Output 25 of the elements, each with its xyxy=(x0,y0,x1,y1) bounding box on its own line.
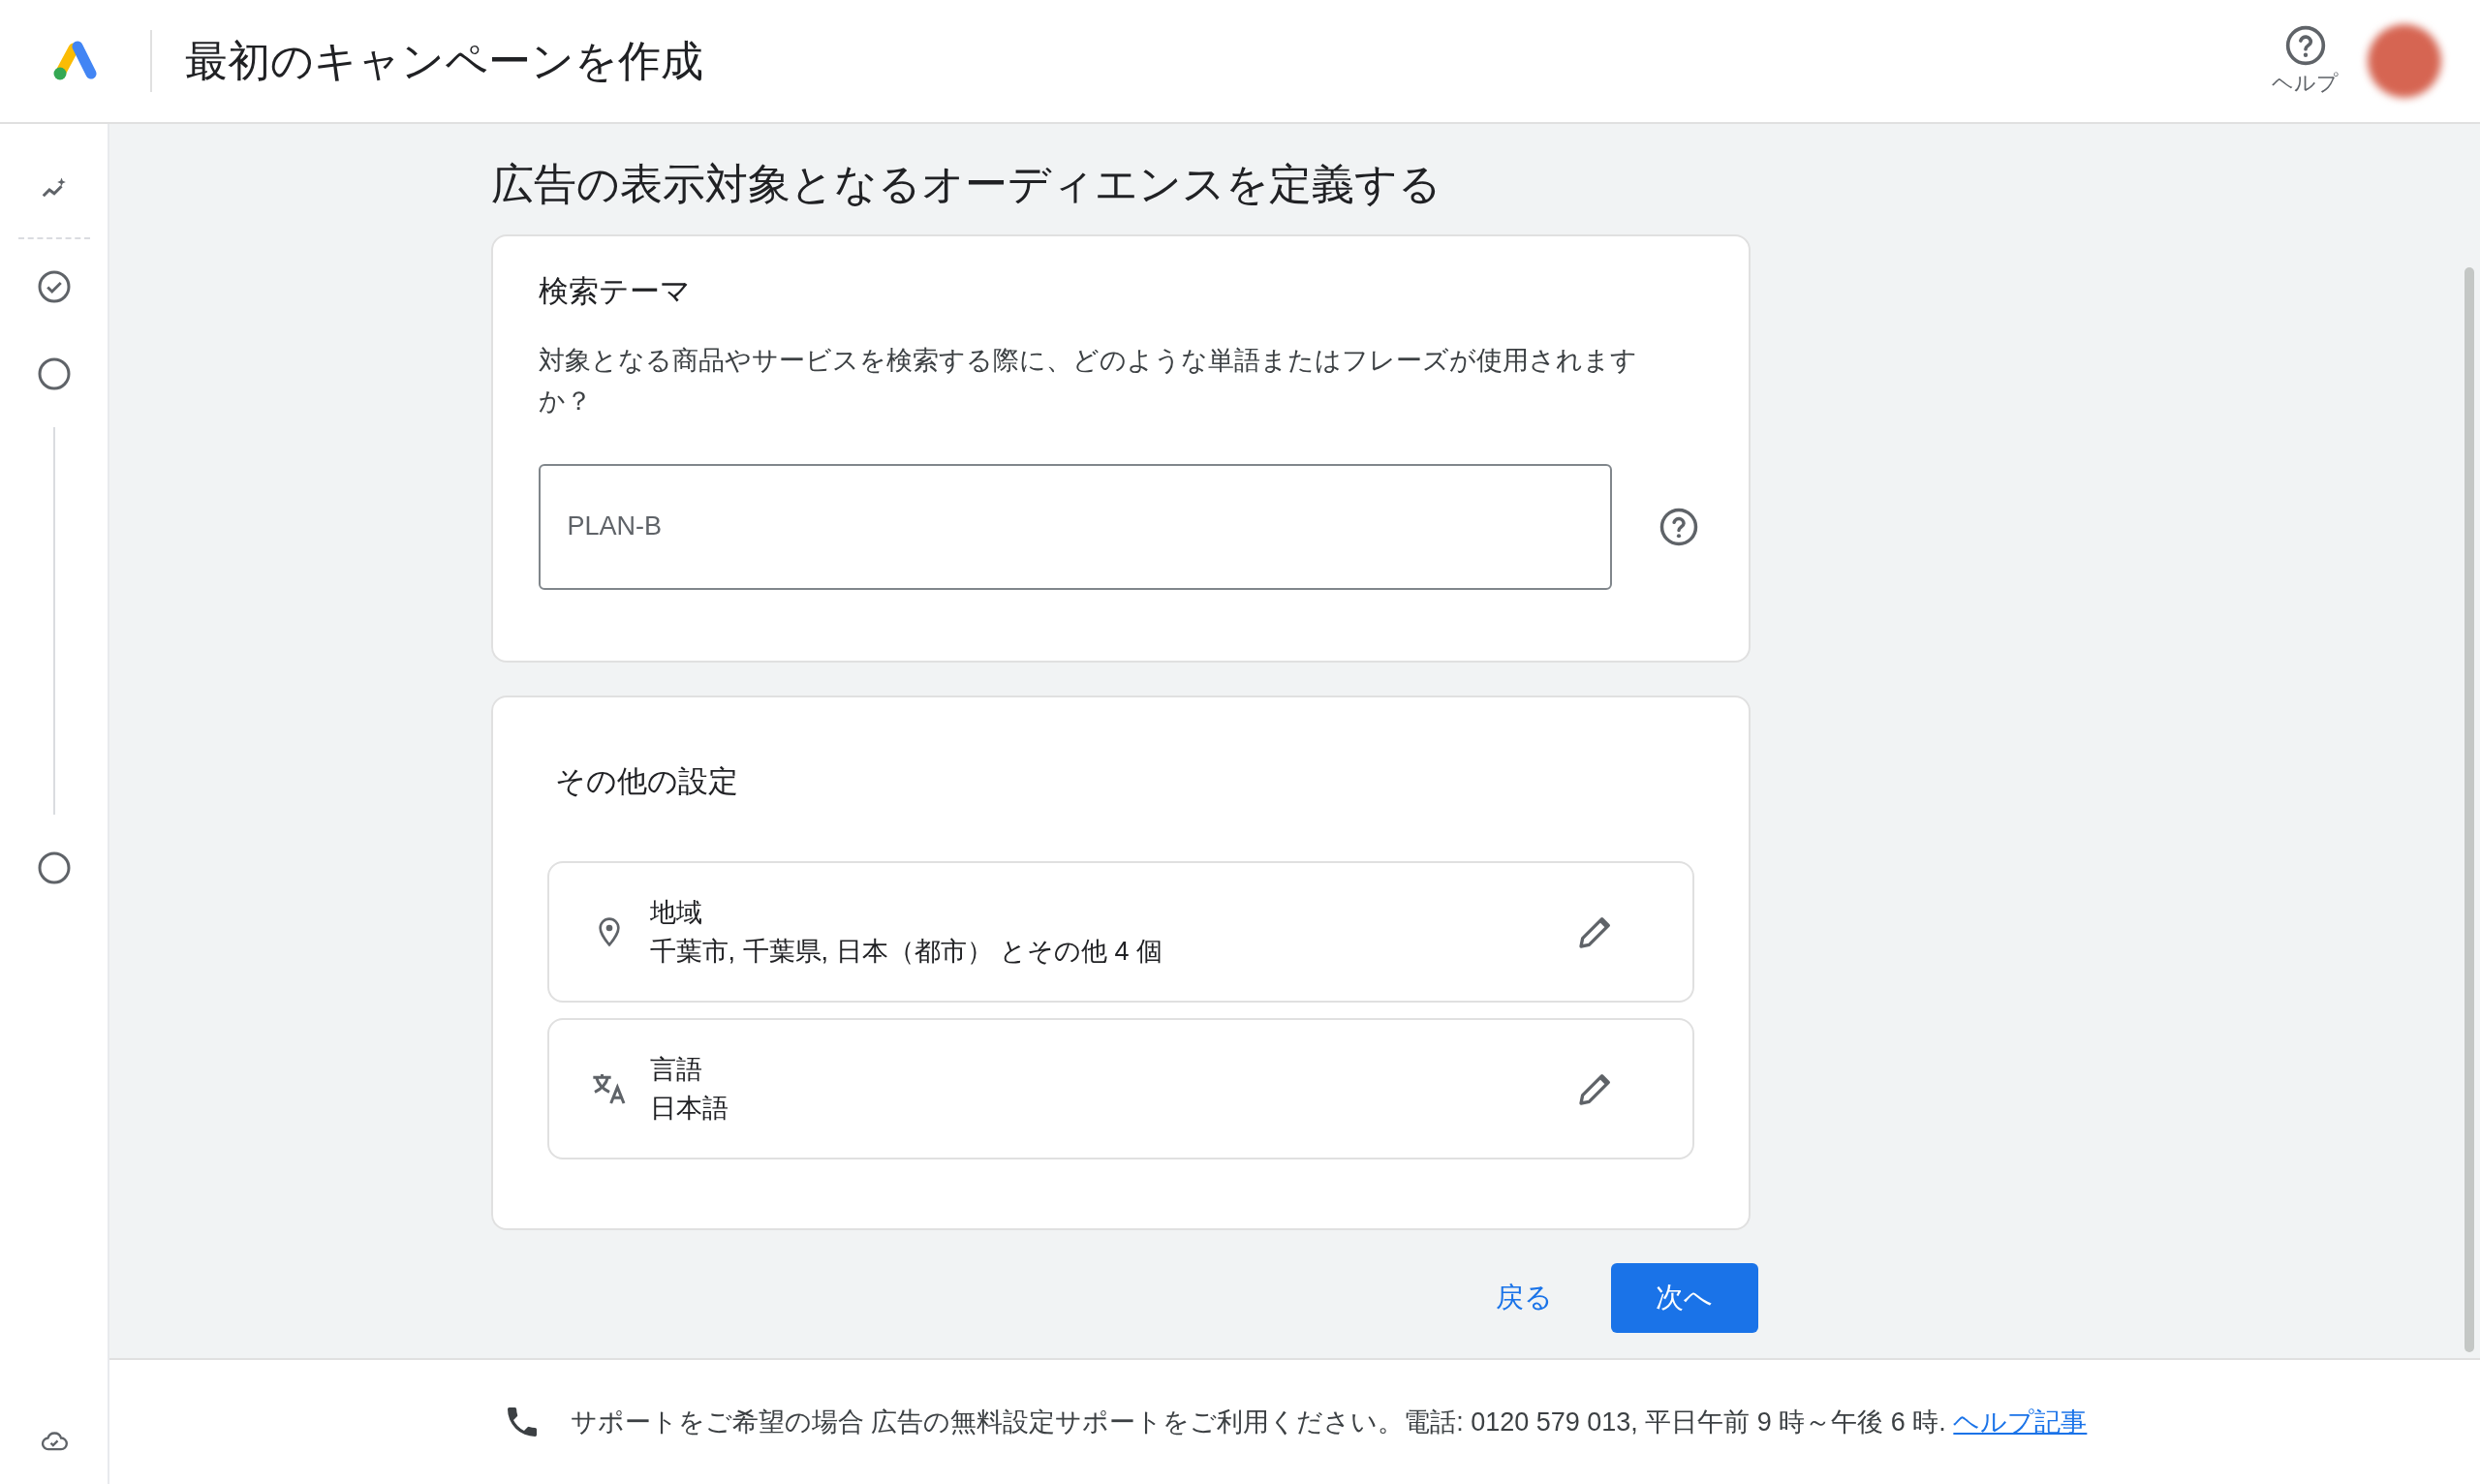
setting-value: 千葉市, 千葉県, 日本（都市） とその他 4 個 xyxy=(649,935,1164,968)
search-theme-input[interactable]: PLAN-B xyxy=(538,463,1612,590)
help-icon xyxy=(1658,506,1699,547)
card-heading: 検索テーマ xyxy=(538,273,692,310)
support-text: サポートをご希望の場合 広告の無料設定サポートをご利用ください。電話: 0120 579 013, 平日午前 9 時～午後 6 時. xyxy=(570,1407,1946,1437)
circle-icon[interactable] xyxy=(36,850,72,885)
help-icon xyxy=(2283,23,2327,67)
help-article-link[interactable]: ヘルプ記事 xyxy=(1953,1407,2088,1437)
check-circle-icon[interactable] xyxy=(36,269,72,304)
scrollbar[interactable] xyxy=(2464,267,2474,1352)
back-button[interactable]: 戻る xyxy=(1485,1267,1563,1329)
card-question: 対象となる商品やサービスを検索する際に、どのような単語またはフレーズが使用されますか？ xyxy=(538,344,1638,417)
card-heading: その他の設定 xyxy=(553,763,739,800)
setting-row[interactable]: 言語 日本語 xyxy=(546,1017,1694,1159)
avatar[interactable] xyxy=(2368,24,2441,98)
app-logo[interactable] xyxy=(51,41,99,81)
next-button[interactable]: 次へ xyxy=(1610,1263,1758,1333)
help-button[interactable]: ヘルプ xyxy=(2272,23,2339,99)
circle-icon[interactable] xyxy=(36,356,72,391)
setting-value: 日本語 xyxy=(649,1092,729,1125)
page-header-title: 最初のキャンペーンを作成 xyxy=(185,36,704,86)
section-title: 広告の表示対象となるオーディエンスを定義する xyxy=(490,159,1442,209)
setting-label: 言語 xyxy=(649,1053,703,1086)
setting-label: 地域 xyxy=(649,896,703,929)
setting-row[interactable]: 地域 千葉市, 千葉県, 日本（都市） とその他 4 個 xyxy=(546,860,1694,1003)
